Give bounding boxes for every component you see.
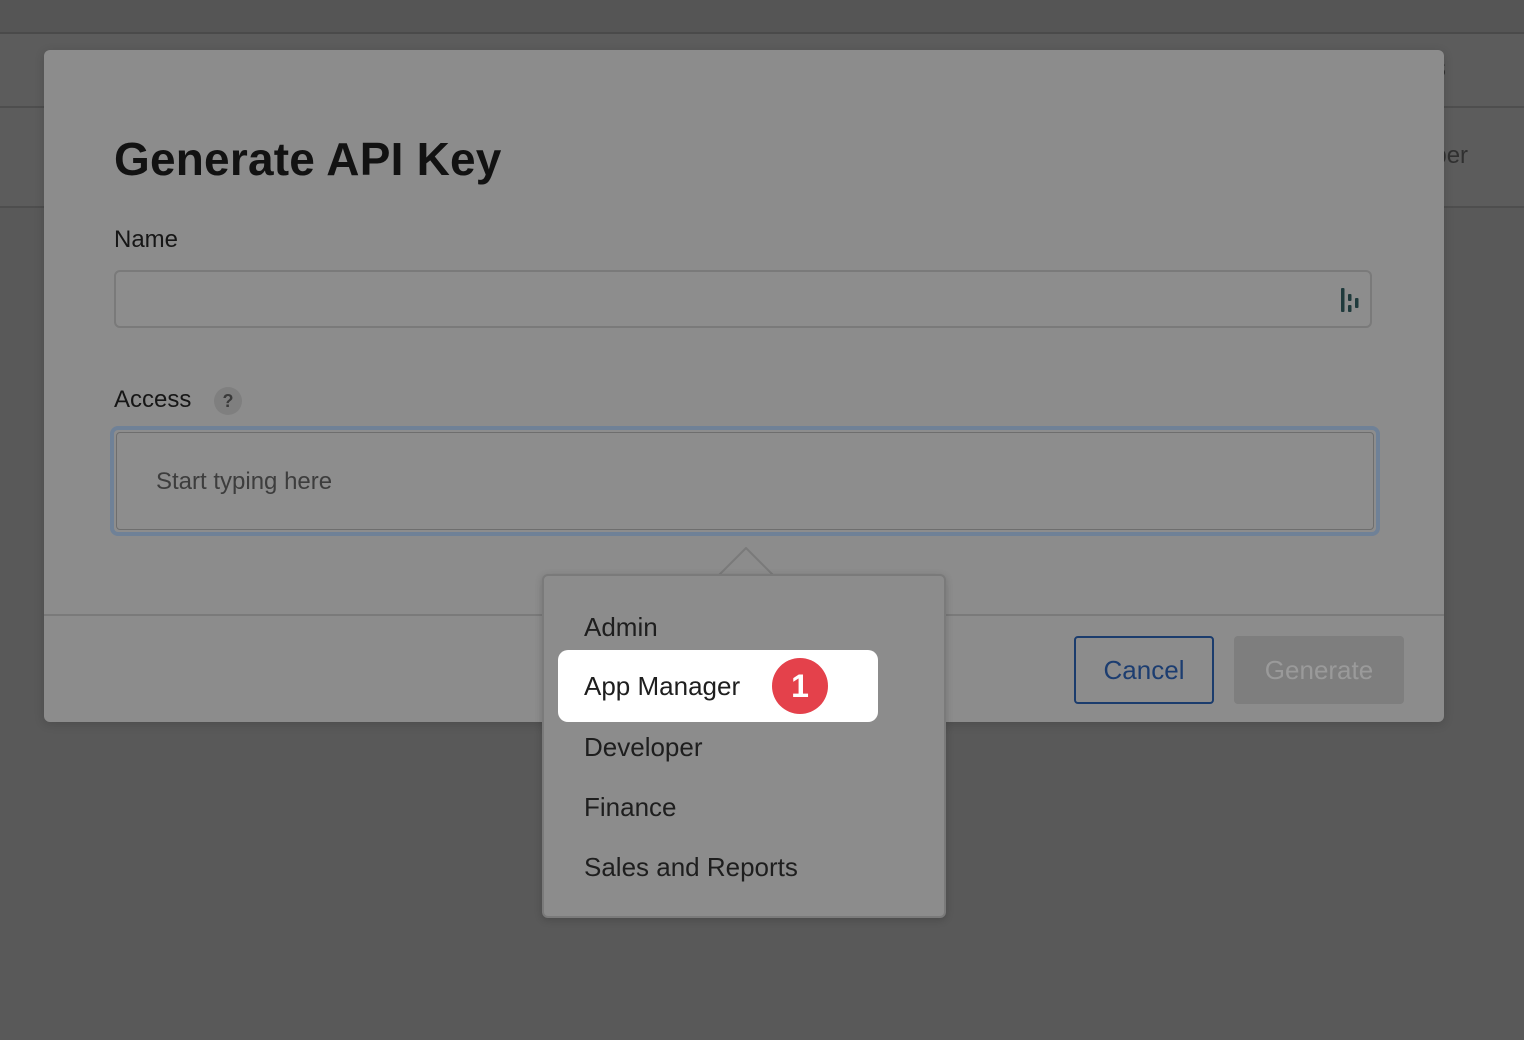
access-label: Access	[114, 386, 192, 413]
name-input[interactable]	[114, 270, 1372, 328]
cancel-button[interactable]: Cancel	[1074, 636, 1214, 704]
access-placeholder: Start typing here	[156, 468, 333, 495]
dropdown-item-finance[interactable]: Finance	[584, 792, 677, 823]
password-manager-icon[interactable]	[1338, 286, 1362, 314]
access-dropdown: Admin App Manager Developer Finance Sale…	[542, 574, 946, 918]
dropdown-item-sales-and-reports[interactable]: Sales and Reports	[584, 852, 798, 883]
background-topbar	[0, 0, 1524, 34]
step-number-badge: 1	[772, 658, 828, 714]
modal-title: Generate API Key	[114, 133, 502, 185]
dropdown-item-admin[interactable]: Admin	[584, 612, 658, 643]
highlighted-item-label: App Manager	[584, 671, 741, 701]
name-label: Name	[114, 226, 179, 253]
highlighted-app-manager-item[interactable]: App Manager 1	[558, 650, 878, 722]
access-input[interactable]: Start typing here	[110, 426, 1380, 536]
generate-button[interactable]: Generate	[1234, 636, 1404, 704]
dropdown-pointer	[718, 547, 774, 577]
dropdown-item-developer[interactable]: Developer	[584, 732, 703, 763]
question-icon[interactable]: ?	[214, 387, 242, 415]
